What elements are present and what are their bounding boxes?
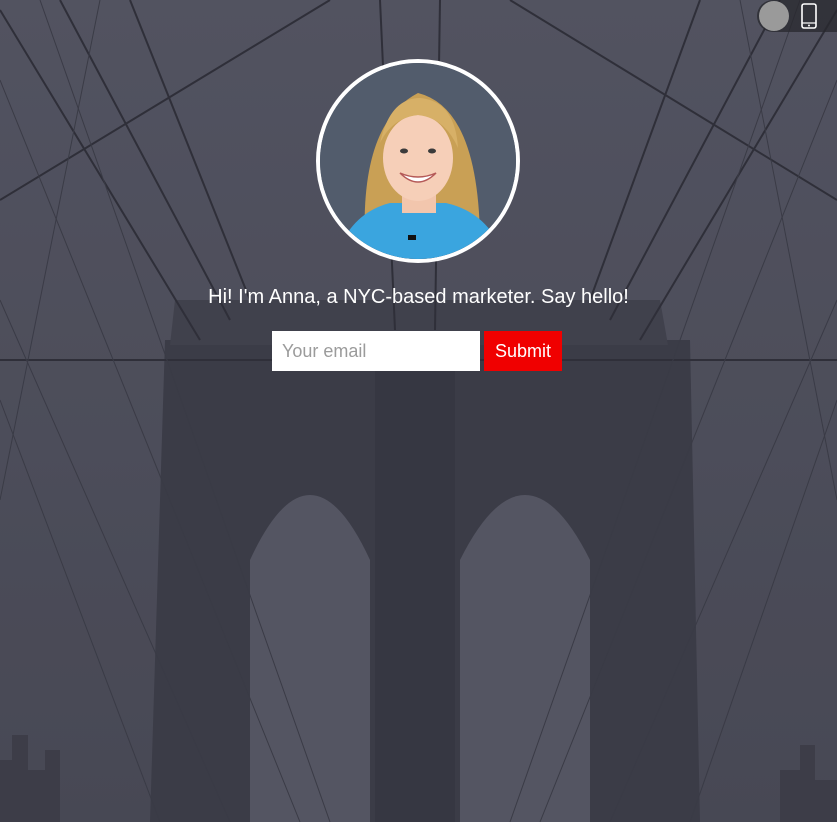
intro-headline: Hi! I'm Anna, a NYC-based marketer. Say … — [208, 286, 629, 308]
email-signup-form: Submit — [272, 331, 562, 371]
device-toggle[interactable] — [757, 0, 837, 32]
toggle-knob-icon[interactable] — [759, 1, 789, 31]
submit-button[interactable]: Submit — [484, 331, 562, 371]
mobile-phone-icon[interactable] — [801, 3, 817, 29]
email-input[interactable] — [272, 331, 480, 371]
avatar-photo — [316, 59, 520, 263]
